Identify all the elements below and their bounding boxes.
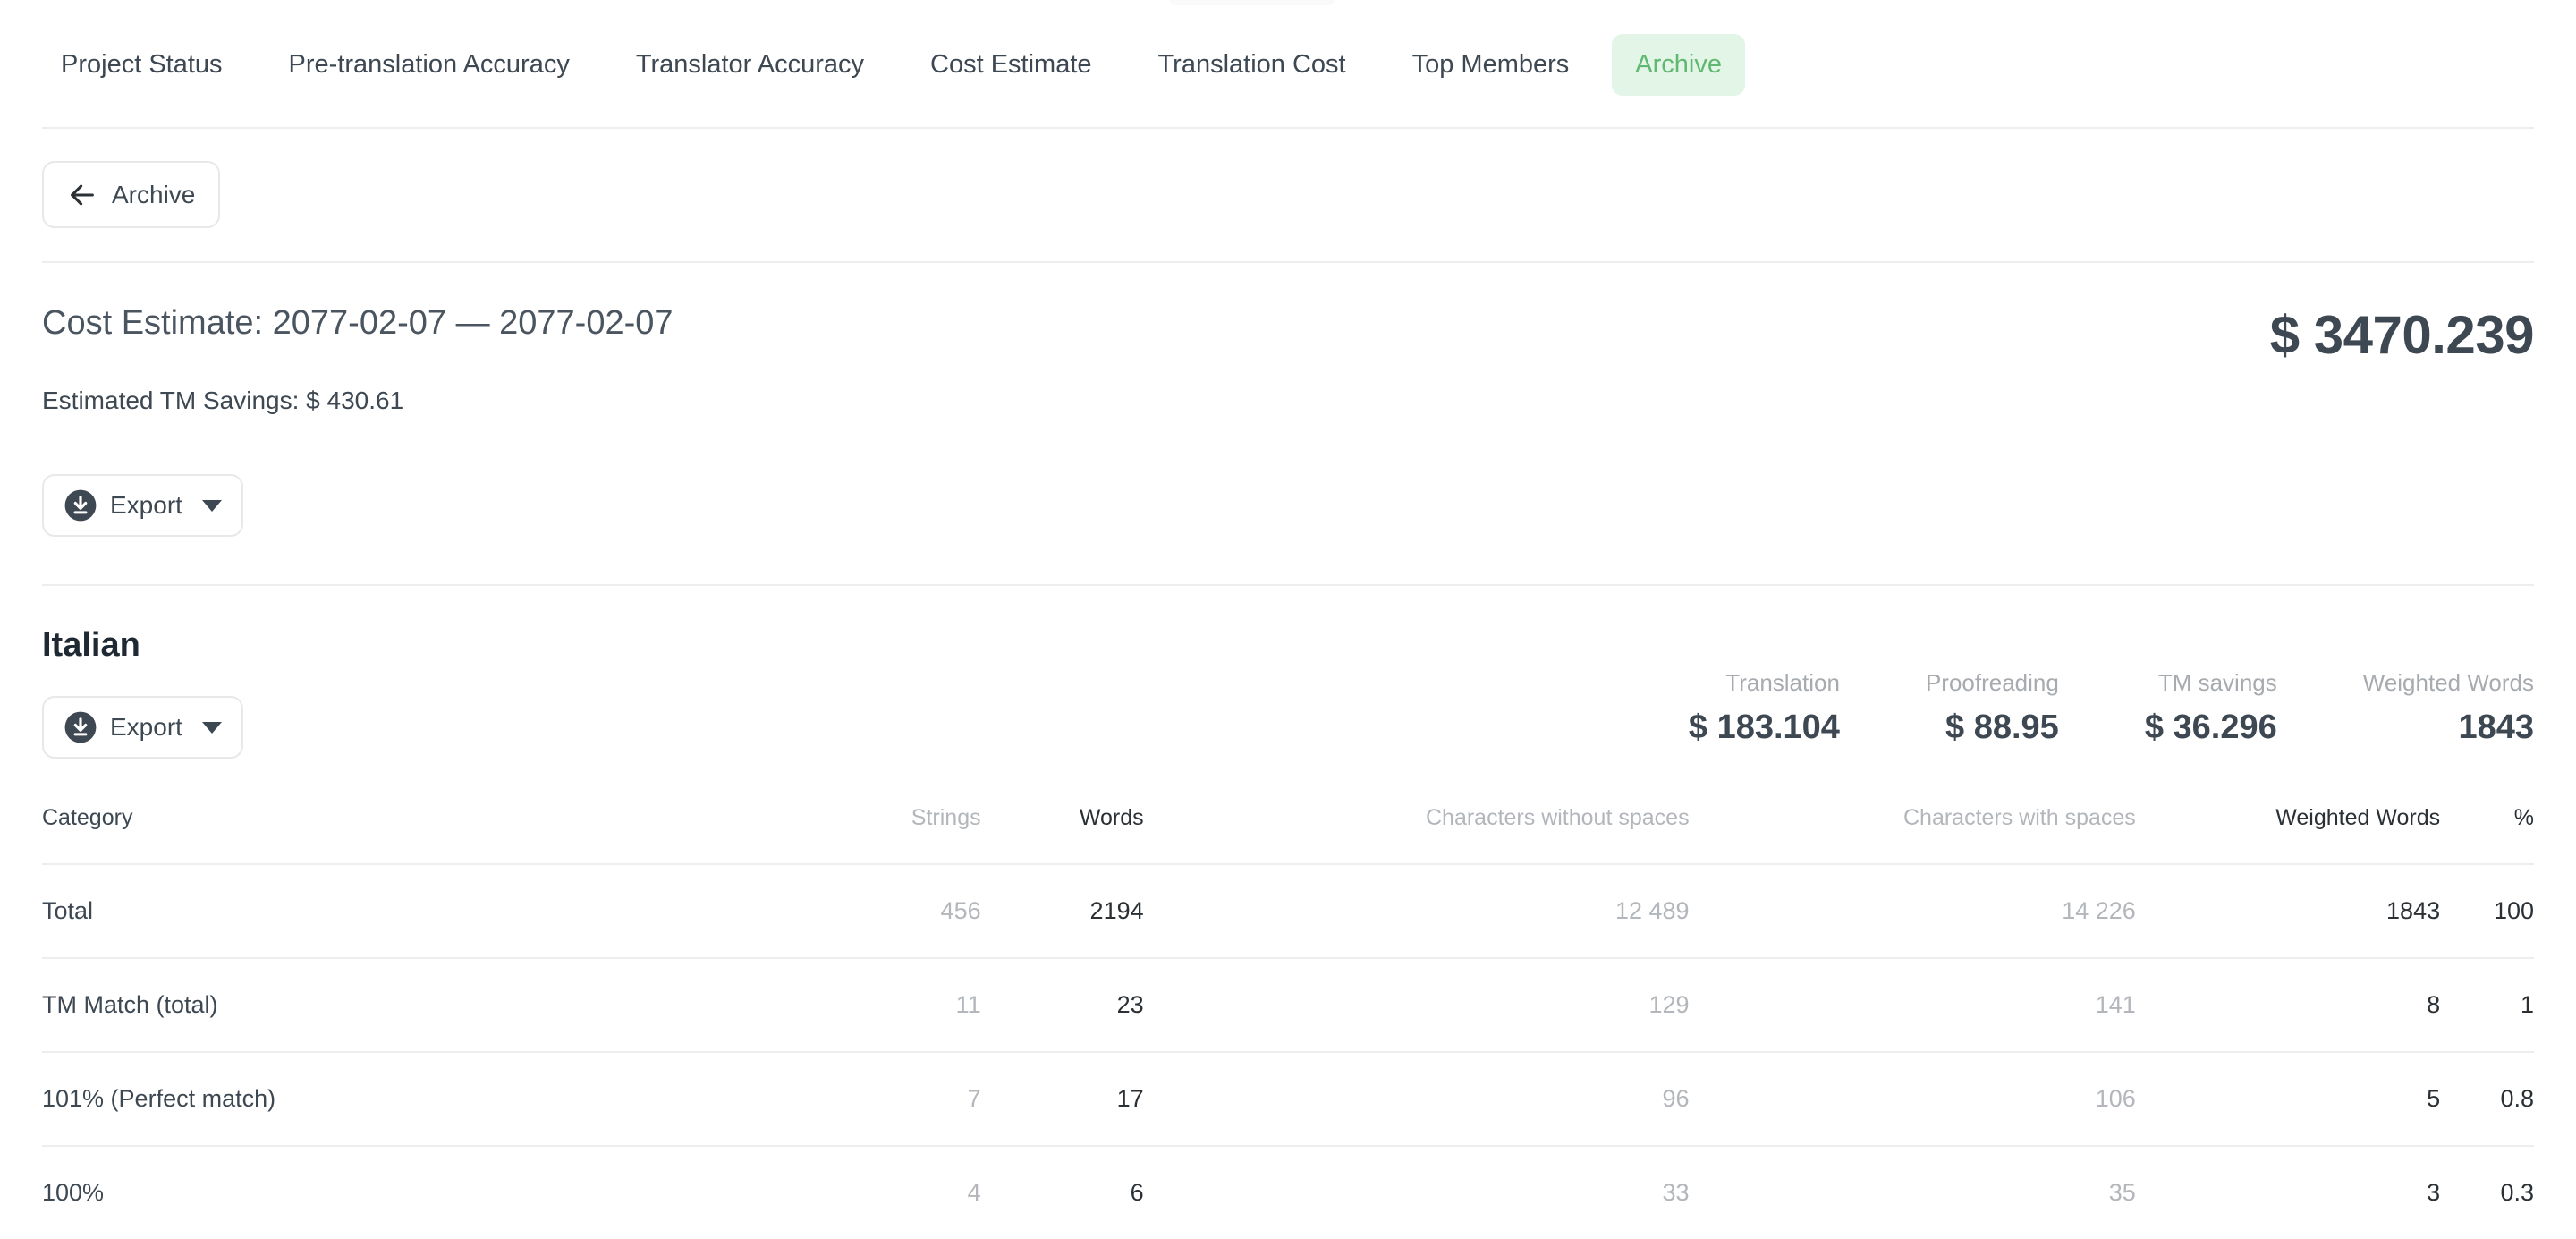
summary-metric-label: Translation <box>1689 671 1840 694</box>
chevron-down-icon[interactable] <box>202 722 222 734</box>
cost-estimate-report-page: Project Status Pre-translation Accuracy Tr… <box>0 0 2576 1181</box>
summary-metric-value: 1843 <box>2363 710 2534 744</box>
cell-strings: 7 <box>845 1052 980 1146</box>
table-row: Total456219412 48914 2261843100 <box>42 864 2534 958</box>
download-circle-icon <box>64 488 97 522</box>
summary-metric-label: Weighted Words <box>2363 671 2534 694</box>
cell-category: TM Match (total) <box>42 958 845 1052</box>
back-to-archive-button[interactable]: Archive <box>42 161 220 228</box>
table-row: TM Match (total)112312914181 <box>42 958 2534 1052</box>
cell-words: 2194 <box>981 864 1144 958</box>
cell-weighted-words: 1843 <box>2136 864 2440 958</box>
download-circle-icon <box>64 710 97 744</box>
tab-archive[interactable]: Archive <box>1612 34 1745 96</box>
divider-below-back-button <box>42 261 2534 263</box>
summary-metric-label: Proofreading <box>1926 671 2059 694</box>
estimated-tm-savings: Estimated TM Savings: $ 430.61 <box>42 386 403 415</box>
summary-metric: Proofreading $ 88.95 <box>1926 671 2059 744</box>
page-title: Cost Estimate: 2077-02-07 — 2077-02-07 <box>42 304 674 343</box>
cell-category: 101% (Perfect match) <box>42 1052 845 1146</box>
scrolled-offscreen-pill <box>1168 0 1336 5</box>
tab-project-status[interactable]: Project Status <box>38 34 246 96</box>
language-summary-metrics: Translation $ 183.104 Proofreading $ 88.95 T… <box>1603 671 2534 744</box>
tab-pre-translation-accuracy[interactable]: Pre-translation Accuracy <box>266 34 593 96</box>
cell-chars-without-spaces: 129 <box>1144 958 1690 1052</box>
column-header: Characters without spaces <box>1144 805 1690 864</box>
column-header: % <box>2440 805 2534 864</box>
cell-words: 17 <box>981 1052 1144 1146</box>
summary-metric-label: TM savings <box>2145 671 2277 694</box>
summary-metric-value: $ 36.296 <box>2145 710 2277 744</box>
column-header: Words <box>981 805 1144 864</box>
summary-metric-value: $ 88.95 <box>1926 710 2059 744</box>
cell-words: 23 <box>981 958 1144 1052</box>
summary-metric: Weighted Words 1843 <box>2363 671 2534 744</box>
column-header: Characters with spaces <box>1690 805 2136 864</box>
cell-chars-without-spaces: 96 <box>1144 1052 1690 1146</box>
cell-percent: 100 <box>2440 864 2534 958</box>
cell-category: 100% <box>42 1146 845 1239</box>
export-button-label: Export <box>110 491 182 520</box>
cell-chars-without-spaces: 12 489 <box>1144 864 1690 958</box>
cell-percent: 1 <box>2440 958 2534 1052</box>
cell-chars-with-spaces: 141 <box>1690 958 2136 1052</box>
back-button-label: Archive <box>112 181 195 209</box>
tab-cost-estimate[interactable]: Cost Estimate <box>907 34 1115 96</box>
divider-above-language-section <box>42 584 2534 586</box>
column-header: Strings <box>845 805 980 864</box>
summary-metric-value: $ 183.104 <box>1689 710 1840 744</box>
cell-percent: 0.8 <box>2440 1052 2534 1146</box>
column-header: Category <box>42 805 845 864</box>
cell-strings: 4 <box>845 1146 980 1239</box>
tab-translator-accuracy[interactable]: Translator Accuracy <box>613 34 887 96</box>
tab-top-members[interactable]: Top Members <box>1389 34 1593 96</box>
cell-chars-with-spaces: 106 <box>1690 1052 2136 1146</box>
cell-chars-with-spaces: 35 <box>1690 1146 2136 1239</box>
divider-below-tabs <box>42 127 2534 129</box>
table-row: 100%46333530.3 <box>42 1146 2534 1239</box>
export-language-button[interactable]: Export <box>42 696 243 759</box>
report-tab-bar: Project Status Pre-translation Accuracy Tr… <box>0 20 2576 109</box>
column-header: Weighted Words <box>2136 805 2440 864</box>
chevron-down-icon[interactable] <box>202 500 222 512</box>
cell-words: 6 <box>981 1146 1144 1239</box>
cell-category: Total <box>42 864 845 958</box>
summary-metric: TM savings $ 36.296 <box>2145 671 2277 744</box>
grand-total-amount: $ 3470.239 <box>2270 304 2534 366</box>
cell-weighted-words: 3 <box>2136 1146 2440 1239</box>
cell-strings: 456 <box>845 864 980 958</box>
export-report-button[interactable]: Export <box>42 474 243 537</box>
summary-metric: Translation $ 183.104 <box>1689 671 1840 744</box>
cell-chars-without-spaces: 33 <box>1144 1146 1690 1239</box>
tab-translation-cost[interactable]: Translation Cost <box>1135 34 1369 96</box>
cell-weighted-words: 5 <box>2136 1052 2440 1146</box>
cell-chars-with-spaces: 14 226 <box>1690 864 2136 958</box>
arrow-left-icon <box>67 180 97 210</box>
export-button-label: Export <box>110 713 182 742</box>
cell-weighted-words: 8 <box>2136 958 2440 1052</box>
table-row: 101% (Perfect match)7179610650.8 <box>42 1052 2534 1146</box>
cell-strings: 11 <box>845 958 980 1052</box>
cell-percent: 0.3 <box>2440 1146 2534 1239</box>
category-breakdown-table: CategoryStringsWordsCharacters without s… <box>42 805 2534 1239</box>
language-name: Italian <box>42 626 140 665</box>
table-header-row: CategoryStringsWordsCharacters without s… <box>42 805 2534 864</box>
